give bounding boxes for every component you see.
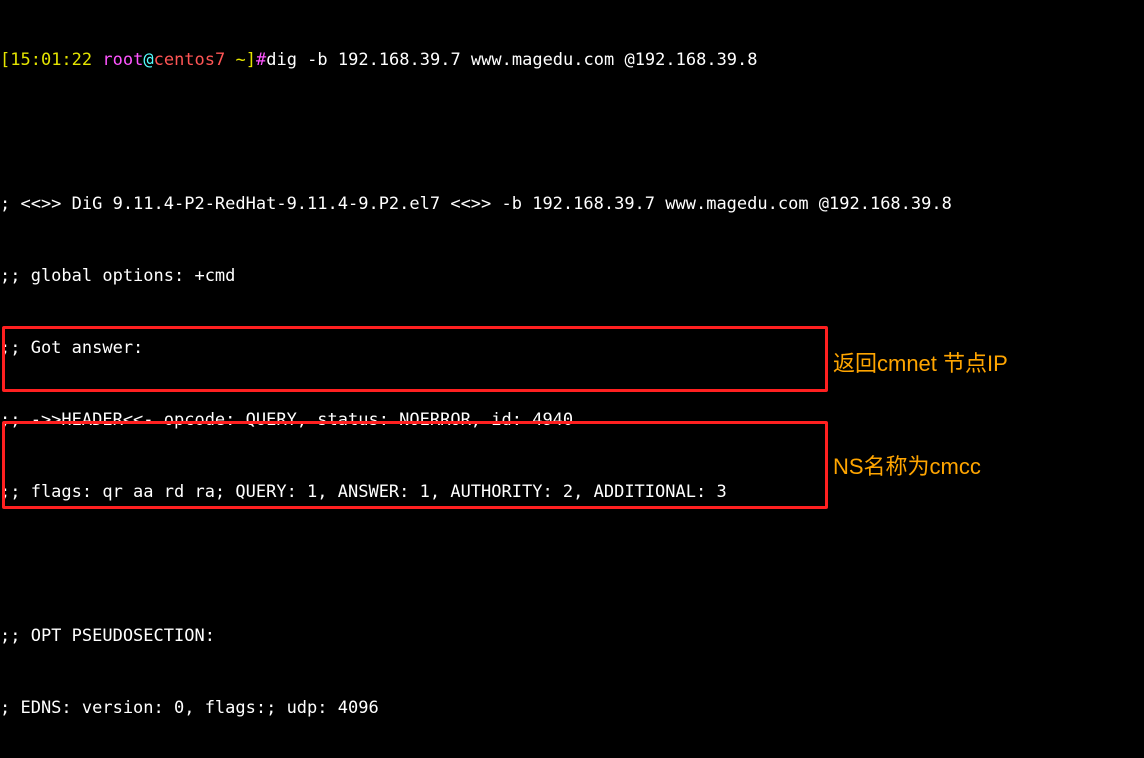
output-line: ;; OPT PSEUDOSECTION: (0, 624, 1144, 648)
prompt-host: centos7 (154, 50, 226, 70)
annotation-authority: NS名称为cmcc (833, 455, 981, 479)
bracket: ] (246, 50, 256, 70)
output-line: ;; flags: qr aa rd ra; QUERY: 1, ANSWER:… (0, 480, 1144, 504)
prompt-cwd: ~ (225, 50, 245, 70)
prompt-line-1: [15:01:22 root@centos7 ~]#dig -b 192.168… (0, 48, 1144, 72)
prompt-hash: # (256, 50, 266, 70)
output-line: ; <<>> DiG 9.11.4-P2-RedHat-9.11.4-9.P2.… (0, 192, 1144, 216)
annotation-answer: 返回cmnet 节点IP (833, 352, 1008, 376)
prompt-at: @ (143, 50, 153, 70)
prompt-user: root (102, 50, 143, 70)
command: dig -b 192.168.39.7 www.magedu.com @192.… (266, 50, 757, 70)
bracket: [ (0, 50, 10, 70)
output-line: ;; ->>HEADER<<- opcode: QUERY, status: N… (0, 408, 1144, 432)
output-line: ; EDNS: version: 0, flags:; udp: 4096 (0, 696, 1144, 720)
output-line (0, 120, 1144, 144)
prompt-timestamp: 15:01:22 (10, 50, 92, 70)
output-line (0, 552, 1144, 576)
output-line: ;; global options: +cmd (0, 264, 1144, 288)
terminal[interactable]: [15:01:22 root@centos7 ~]#dig -b 192.168… (0, 0, 1144, 758)
